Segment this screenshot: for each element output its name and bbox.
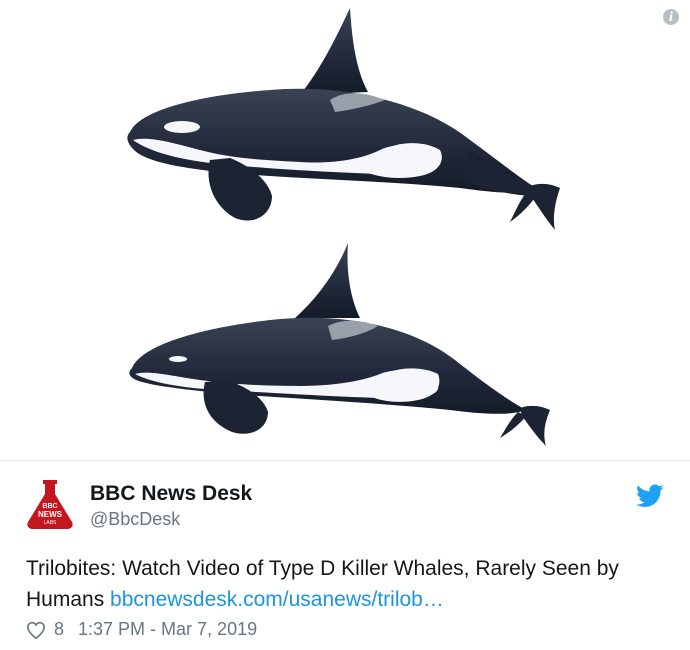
embedded-tweet-card: i BBC NEWS LABS BBC News Desk @BbcDesk T… [0,0,690,650]
killer-whale-bottom [129,243,550,446]
tweet-meta: 8 1:37 PM - Mar 7, 2019 [26,619,257,640]
tweet-text: Trilobites: Watch Video of Type D Killer… [26,553,666,615]
author-handle[interactable]: @BbcDesk [90,509,180,530]
killer-whales-illustration [127,8,560,446]
tweet-media-image[interactable]: i [0,0,690,460]
avatar-logo-line1: BBC [42,503,57,510]
like-count[interactable]: 8 [54,619,64,640]
info-icon[interactable]: i [663,9,679,25]
avatar-logo-line2: NEWS [38,510,63,519]
media-divider [0,460,690,461]
avatar-logo-line3: LABS [44,520,57,526]
author-name[interactable]: BBC News Desk [90,482,252,506]
twitter-bird-icon[interactable] [636,484,664,508]
killer-whale-top [127,8,560,230]
tweet-timestamp[interactable]: 1:37 PM - Mar 7, 2019 [78,619,257,640]
tweet-link[interactable]: bbcnewsdesk.com/usanews/trilob… [110,588,444,611]
heart-icon[interactable] [26,621,46,639]
avatar[interactable]: BBC NEWS LABS [24,478,76,530]
